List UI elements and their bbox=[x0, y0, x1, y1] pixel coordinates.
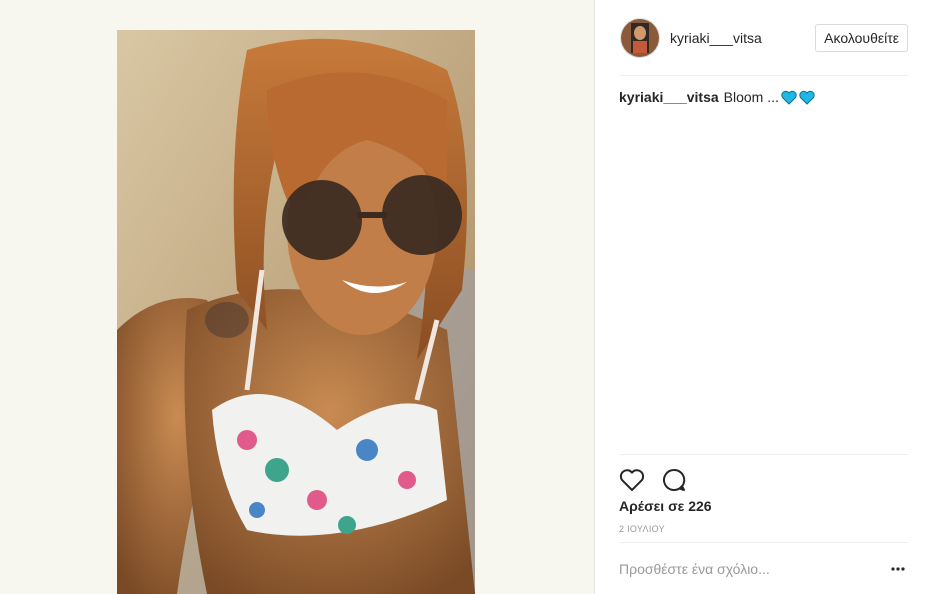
info-panel: kyriaki___vitsa Ακολουθείτε kyriaki___vi… bbox=[595, 0, 929, 594]
action-bar bbox=[619, 454, 908, 495]
media-panel bbox=[0, 0, 595, 594]
instagram-post-view: kyriaki___vitsa Ακολουθείτε kyriaki___vi… bbox=[0, 0, 929, 594]
post-header: kyriaki___vitsa Ακολουθείτε bbox=[619, 0, 908, 76]
avatar[interactable] bbox=[620, 17, 660, 58]
following-button[interactable]: Ακολουθείτε bbox=[815, 23, 908, 52]
blue-heart-icon bbox=[781, 90, 797, 105]
caption-text: Bloom ... bbox=[723, 89, 779, 105]
post-photo[interactable] bbox=[117, 30, 475, 594]
comment-bubble-icon[interactable] bbox=[661, 467, 687, 493]
comment-input[interactable] bbox=[619, 561, 888, 577]
username-link[interactable]: kyriaki___vitsa bbox=[670, 30, 815, 46]
heart-outline-icon[interactable] bbox=[619, 467, 645, 493]
post-date: 2 ΙΟΥΛΙΟΥ bbox=[619, 524, 665, 534]
blue-heart-icon bbox=[799, 90, 815, 105]
comment-bar bbox=[619, 542, 908, 594]
likes-count[interactable]: Αρέσει σε 226 bbox=[619, 498, 712, 514]
caption-username-link[interactable]: kyriaki___vitsa bbox=[619, 88, 719, 106]
more-dots-icon[interactable] bbox=[888, 559, 908, 579]
post-caption: kyriaki___vitsa Bloom ... bbox=[619, 88, 908, 106]
